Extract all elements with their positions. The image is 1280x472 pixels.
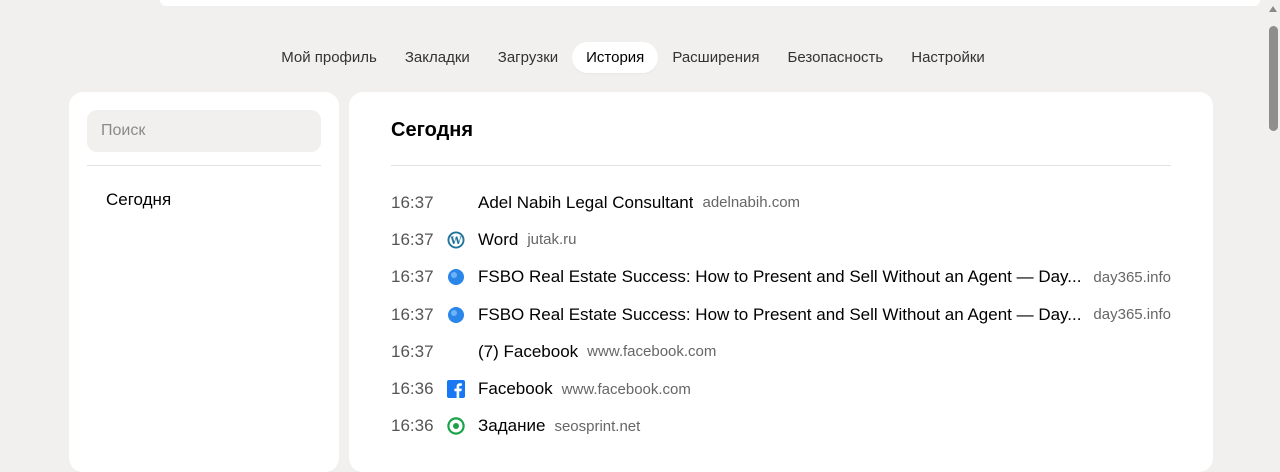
history-title[interactable]: Facebook xyxy=(478,379,553,399)
history-row[interactable]: 16:36 Задание seosprint.net xyxy=(391,408,1171,445)
history-main: Сегодня 16:37 Adel Nabih Legal Consultan… xyxy=(349,92,1213,472)
history-title[interactable]: Задание xyxy=(478,416,545,436)
history-domain: day365.info xyxy=(1093,268,1171,286)
blue-circle-icon xyxy=(447,268,465,286)
history-title[interactable]: FSBO Real Estate Success: How to Present… xyxy=(478,305,1081,325)
settings-tabs: Мой профиль Закладки Загрузки История Ра… xyxy=(0,42,1266,73)
section-title: Сегодня xyxy=(391,119,474,141)
tab-bookmarks[interactable]: Закладки xyxy=(391,42,484,73)
blank-favicon-icon xyxy=(447,343,465,361)
history-row[interactable]: 16:36 Facebook www.facebook.com xyxy=(391,370,1171,407)
tab-profile[interactable]: Мой профиль xyxy=(267,42,391,73)
history-title[interactable]: Word xyxy=(478,230,518,250)
search-input[interactable] xyxy=(87,110,321,152)
history-title[interactable]: Adel Nabih Legal Consultant xyxy=(478,193,693,213)
sidebar-divider xyxy=(87,165,321,166)
history-time: 16:37 xyxy=(391,341,434,361)
history-time: 16:37 xyxy=(391,192,434,212)
history-time: 16:36 xyxy=(391,379,434,399)
blue-circle-icon xyxy=(447,306,465,324)
scroll-up-arrow-icon[interactable] xyxy=(1269,6,1277,12)
blank-favicon-icon xyxy=(447,194,465,212)
history-time: 16:37 xyxy=(391,267,434,287)
history-list: 16:37 Adel Nabih Legal Consultant adelna… xyxy=(391,184,1171,445)
history-time: 16:37 xyxy=(391,304,434,324)
history-title[interactable]: (7) Facebook xyxy=(478,342,578,362)
tab-history[interactable]: История xyxy=(572,42,659,73)
history-domain: day365.info xyxy=(1093,306,1171,324)
history-row[interactable]: 16:37 Adel Nabih Legal Consultant adelna… xyxy=(391,184,1171,221)
history-row[interactable]: 16:37 W Word jutak.ru xyxy=(391,221,1171,258)
scroll-thumb[interactable] xyxy=(1269,26,1278,131)
tab-extensions[interactable]: Расширения xyxy=(658,42,773,73)
wordpress-icon: W xyxy=(447,231,465,249)
history-domain: adelnabih.com xyxy=(702,194,801,212)
page-scrollbar[interactable] xyxy=(1266,0,1280,451)
history-title[interactable]: FSBO Real Estate Success: How to Present… xyxy=(478,267,1081,287)
sidebar-item-today[interactable]: Сегодня xyxy=(106,190,171,210)
history-row[interactable]: 16:37 FSBO Real Estate Success: How to P… xyxy=(391,296,1171,333)
history-domain: www.facebook.com xyxy=(587,343,717,361)
history-time: 16:37 xyxy=(391,229,434,249)
tab-security[interactable]: Безопасность xyxy=(774,42,898,73)
history-domain: jutak.ru xyxy=(527,231,577,249)
history-domain: www.facebook.com xyxy=(561,380,691,398)
history-domain: seosprint.net xyxy=(554,417,641,435)
top-bar xyxy=(160,0,1260,6)
tab-downloads[interactable]: Загрузки xyxy=(484,42,572,73)
facebook-icon xyxy=(447,380,465,399)
tab-settings[interactable]: Настройки xyxy=(897,42,999,73)
seosprint-icon xyxy=(447,417,465,436)
section-divider xyxy=(391,165,1171,166)
history-row[interactable]: 16:37 FSBO Real Estate Success: How to P… xyxy=(391,259,1171,296)
history-row[interactable]: 16:37 (7) Facebook www.facebook.com xyxy=(391,333,1171,370)
svg-text:W: W xyxy=(449,236,462,247)
history-sidebar: Сегодня xyxy=(69,92,339,472)
history-time: 16:36 xyxy=(391,416,434,436)
